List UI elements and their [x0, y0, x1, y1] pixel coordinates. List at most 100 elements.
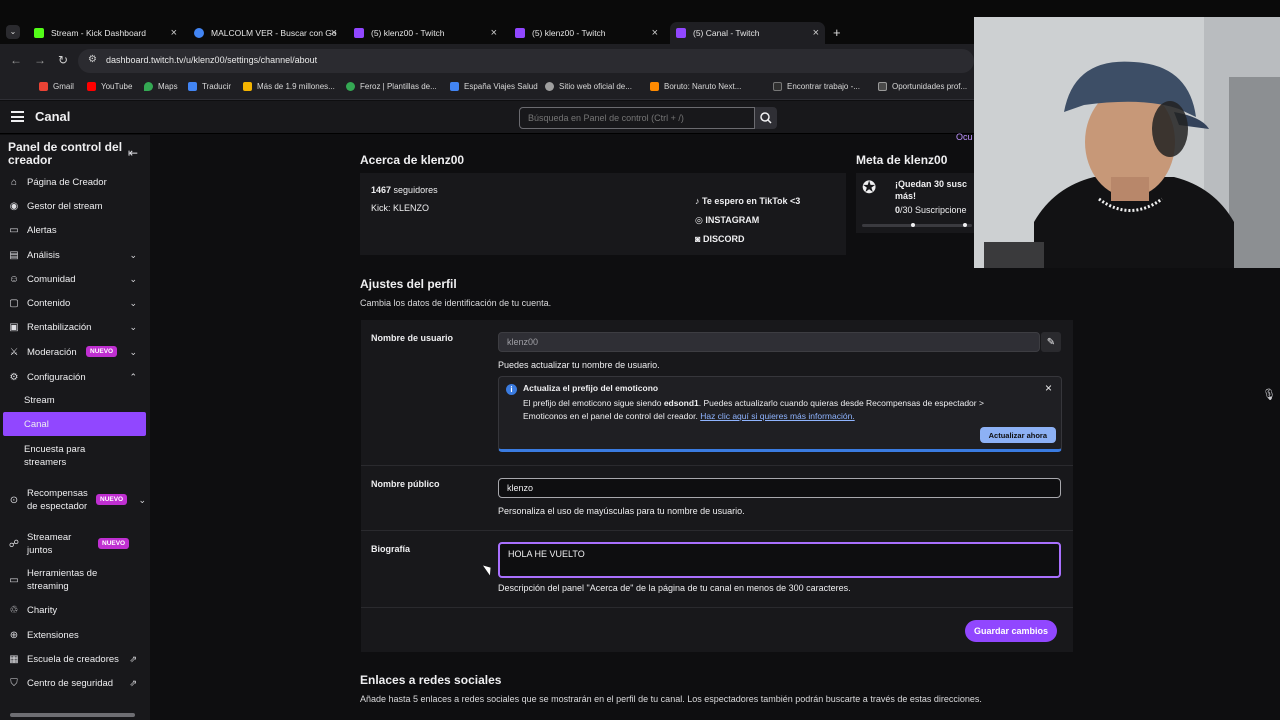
- discord-icon: ◙: [695, 234, 701, 244]
- new-badge: NUEVO: [96, 494, 128, 505]
- goal-line-2: más!: [895, 191, 917, 201]
- update-now-button[interactable]: Actualizar ahora: [979, 427, 1056, 443]
- bookmark-millones[interactable]: Más de 1.9 millones...: [243, 82, 335, 91]
- bookmark-label: Traducir: [202, 82, 232, 91]
- extensions-icon: ⊕: [9, 629, 19, 641]
- youtube-icon: [87, 82, 96, 91]
- sidebar-item-recompensas[interactable]: ⊙ Recompensas de espectador NUEVO ⌄: [0, 480, 146, 520]
- notice-text-part: El prefijo del emoticono sigue siendo: [523, 398, 664, 408]
- reload-icon[interactable]: ↻: [58, 53, 68, 67]
- sidebar-item-herramientas[interactable]: ▭ Herramientas de streaming: [0, 567, 146, 593]
- sidebar-item-contenido[interactable]: ▢ Contenido ⌄: [0, 296, 146, 310]
- followers-label: seguidores: [393, 185, 438, 195]
- close-tab-icon[interactable]: ×: [331, 27, 337, 39]
- carousel-dot[interactable]: [963, 223, 967, 227]
- search-input[interactable]: [519, 107, 755, 129]
- info-icon: i: [506, 384, 517, 395]
- tab-search-dropdown[interactable]: ⌄: [6, 25, 20, 39]
- moderation-icon: ⚔: [9, 346, 19, 358]
- menu-icon[interactable]: [11, 111, 24, 122]
- microphone-icon[interactable]: 🎙: [1262, 388, 1276, 401]
- close-tab-icon[interactable]: ×: [652, 27, 658, 39]
- alerts-icon: ▭: [9, 224, 19, 236]
- sidebar-item-configuracion[interactable]: ⚙ Configuración ⌃: [0, 370, 146, 384]
- divider: [361, 465, 1073, 466]
- sidebar-scrollbar[interactable]: [10, 713, 135, 717]
- bookmark-boruto[interactable]: Boruto: Naruto Next...: [650, 82, 741, 91]
- page-title: Canal: [35, 109, 71, 124]
- browser-tab[interactable]: Stream - Kick Dashboard ×: [28, 22, 183, 44]
- webcam-person-image: [974, 17, 1280, 268]
- bookmark-label: Maps: [158, 82, 178, 91]
- url-text[interactable]: dashboard.twitch.tv/u/klenz00/settings/c…: [106, 55, 317, 65]
- carousel-dot[interactable]: [911, 223, 915, 227]
- external-link-icon: ⇗: [129, 653, 137, 664]
- collapse-sidebar-icon[interactable]: ⇤: [128, 146, 138, 160]
- save-changes-button[interactable]: Guardar cambios: [965, 620, 1058, 642]
- sidebar-item-pagina-creador[interactable]: ⌂ Página de Creador: [0, 175, 146, 189]
- sidebar-item-charity[interactable]: ♲ Charity: [0, 603, 146, 617]
- back-arrow-icon[interactable]: ←: [10, 53, 22, 67]
- bookmark-maps[interactable]: Maps: [144, 82, 178, 91]
- forward-arrow-icon[interactable]: →: [34, 53, 46, 67]
- globe-icon: [545, 82, 554, 91]
- bookmark-espana[interactable]: España Viajes Salud: [450, 82, 538, 91]
- bookmark-feroz[interactable]: Feroz | Plantillas de...: [346, 82, 437, 91]
- hide-link[interactable]: Ocu: [956, 132, 973, 142]
- discord-link[interactable]: ◙ DISCORD: [695, 234, 744, 244]
- close-tab-icon[interactable]: ×: [171, 27, 177, 39]
- star-icon: ✪: [862, 178, 877, 197]
- sidebar-title: Panel de control del creador: [8, 140, 123, 167]
- sidebar-item-analisis[interactable]: ▤ Análisis ⌄: [0, 248, 146, 262]
- bookmark-sitio-web[interactable]: Sitio web oficial de...: [545, 82, 632, 91]
- profile-settings-subtitle: Cambia los datos de identificación de tu…: [360, 298, 552, 308]
- site-info-icon[interactable]: ⚙: [88, 54, 97, 65]
- close-notice-icon[interactable]: ×: [1045, 381, 1052, 395]
- sidebar-item-label: Streamear juntos: [27, 532, 72, 556]
- sidebar-item-seguridad[interactable]: ⛉ Centro de seguridad ⇗: [0, 676, 146, 690]
- sidebar-item-rentabilizacion[interactable]: ▣ Rentabilización ⌄: [0, 320, 146, 334]
- sidebar-subitem-canal[interactable]: Canal: [24, 419, 49, 430]
- browser-tab[interactable]: MALCOLM VER - Buscar con Go ×: [188, 22, 343, 44]
- sidebar-item-moderacion[interactable]: ⚔ Moderación NUEVO ⌄: [0, 345, 146, 359]
- bookmark-gmail[interactable]: Gmail: [39, 82, 74, 91]
- bookmark-label: Sitio web oficial de...: [559, 82, 632, 91]
- sidebar-item-alertas[interactable]: ▭ Alertas: [0, 223, 146, 237]
- bookmark-oportunidades[interactable]: Oportunidades prof...: [878, 82, 967, 91]
- close-tab-icon[interactable]: ×: [813, 27, 819, 39]
- bookmark-trabajo[interactable]: Encontrar trabajo -...: [773, 82, 860, 91]
- sidebar-item-extensiones[interactable]: ⊕ Extensiones: [0, 628, 146, 642]
- username-field[interactable]: klenz00: [498, 332, 1040, 352]
- bookmark-youtube[interactable]: YouTube: [87, 82, 132, 91]
- close-tab-icon[interactable]: ×: [491, 27, 497, 39]
- sidebar-item-streamear-juntos[interactable]: ☍ Streamear juntos NUEVO: [0, 531, 146, 557]
- browser-tab-active[interactable]: (5) Canal - Twitch ×: [670, 22, 825, 44]
- sidebar-item-gestor-stream[interactable]: ◉ Gestor del stream: [0, 199, 146, 213]
- sidebar-subitem-stream[interactable]: Stream: [24, 395, 55, 406]
- discord-link-label: DISCORD: [702, 234, 745, 244]
- sidebar-item-comunidad[interactable]: ☺ Comunidad ⌄: [0, 272, 146, 286]
- edit-username-button[interactable]: ✎: [1041, 332, 1061, 352]
- translate-icon: [188, 82, 197, 91]
- instagram-link[interactable]: ◎ INSTAGRAM: [695, 215, 759, 226]
- tiktok-link[interactable]: ♪ Te espero en TikTok <3: [695, 196, 800, 206]
- sidebar-item-label: Comunidad: [27, 273, 76, 285]
- new-tab-button[interactable]: +: [833, 25, 841, 40]
- display-name-help: Personaliza el uso de mayúsculas para tu…: [498, 506, 745, 516]
- new-badge: NUEVO: [86, 346, 118, 357]
- browser-tab[interactable]: (5) klenz00 - Twitch ×: [509, 22, 664, 44]
- tiktok-link-label: Te espero en TikTok <3: [702, 196, 801, 206]
- sidebar-subitem-encuesta[interactable]: Encuesta para streamers: [24, 443, 119, 469]
- gmail-icon: [39, 82, 48, 91]
- twitch-favicon-icon: [515, 28, 525, 38]
- followers-count: 1467 seguidores: [371, 185, 438, 195]
- browser-tab[interactable]: (5) klenz00 - Twitch ×: [348, 22, 503, 44]
- social-links-subtitle: Añade hasta 5 enlaces a redes sociales q…: [360, 694, 982, 704]
- display-name-field[interactable]: klenzo: [498, 478, 1061, 498]
- search-button[interactable]: [755, 107, 777, 129]
- bookmark-traducir[interactable]: Traducir: [188, 82, 231, 91]
- bio-textarea[interactable]: HOLA HE VUELTO: [498, 542, 1061, 578]
- followers-number: 1467: [371, 185, 392, 195]
- more-info-link[interactable]: Haz clic aquí si quieres más información…: [700, 411, 854, 421]
- sidebar-item-escuela[interactable]: ▦ Escuela de creadores ⇗: [0, 652, 146, 666]
